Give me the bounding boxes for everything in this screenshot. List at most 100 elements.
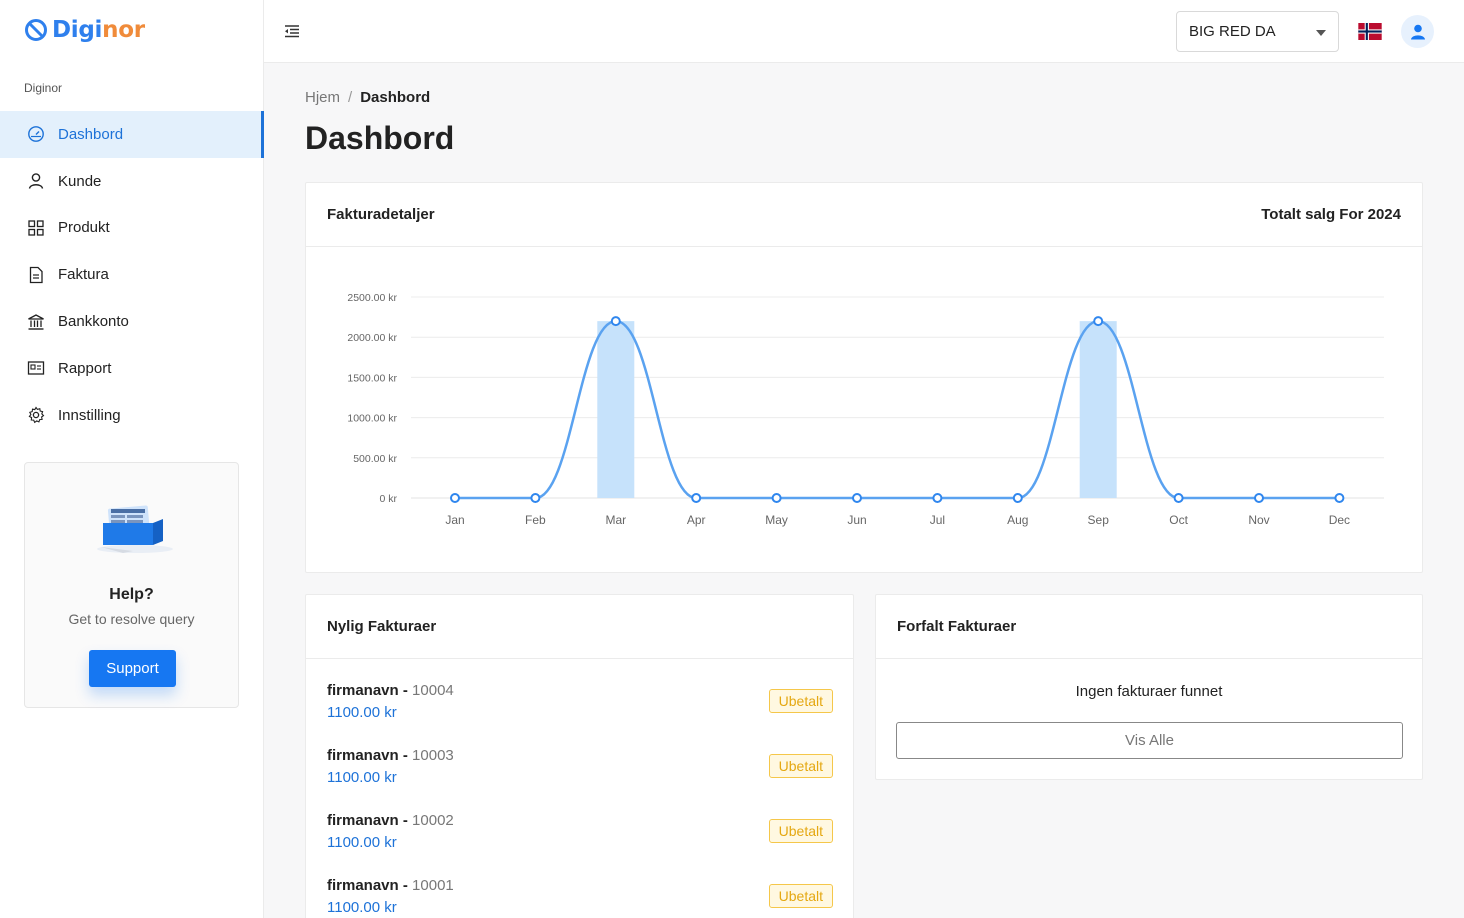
logo-icon — [25, 19, 47, 41]
chart-point — [530, 493, 541, 503]
list-item[interactable]: firmanavn - 10001 1100.00 kr Ubetalt — [327, 877, 833, 918]
x-tick-label: Oct — [1169, 513, 1188, 527]
invoice-number: 10002 — [412, 812, 454, 829]
list-item[interactable]: firmanavn - 10004 1100.00 kr Ubetalt — [327, 682, 833, 726]
sidebar-item-label: Bankkonto — [58, 313, 129, 331]
x-tick-label: Aug — [1007, 513, 1028, 527]
sidebar-item-label: Dashbord — [58, 125, 124, 143]
chart-point — [1334, 493, 1345, 503]
x-tick-label: May — [765, 513, 788, 527]
chart-point — [1093, 316, 1104, 327]
y-tick-label: 500.00 kr — [353, 453, 397, 465]
status-badge: Ubetalt — [768, 884, 833, 908]
invoice-dash: - — [398, 682, 413, 699]
chart-point — [932, 493, 943, 503]
sidebar-item-label: Innstilling — [58, 406, 121, 424]
x-tick-label: Jan — [445, 513, 464, 527]
chart-series-line — [455, 319, 1340, 500]
chart-point — [691, 493, 702, 503]
user-icon — [28, 173, 44, 189]
chart-point — [1173, 493, 1184, 503]
card-header: Nylig Fakturaer — [306, 595, 853, 659]
sidebar-item-label: Kunde — [58, 172, 102, 190]
recent-invoices-title: Nylig Fakturaer — [327, 618, 437, 635]
chart-point — [450, 493, 460, 503]
chart-bar — [597, 321, 635, 498]
sidebar-item-innstilling[interactable]: Innstilling — [0, 392, 264, 439]
chart-point — [610, 316, 621, 327]
chart-point — [771, 493, 782, 503]
invoice-dash: - — [398, 812, 413, 829]
y-tick-label: 1500.00 kr — [347, 372, 397, 384]
sidebar: Diginor Diginor Dashbord Kunde Produkt F… — [0, 0, 264, 918]
chart-card-title: Fakturadetaljer — [327, 206, 435, 223]
y-tick-label: 2500.00 kr — [347, 292, 397, 304]
list-item[interactable]: firmanavn - 10002 1100.00 kr Ubetalt — [327, 812, 833, 856]
breadcrumb-home[interactable]: Hjem — [305, 89, 340, 106]
invoice-company: firmanavn — [327, 877, 399, 894]
gear-icon — [28, 406, 45, 424]
help-illustration — [97, 505, 173, 553]
chart-bar — [1079, 321, 1117, 498]
sidebar-item-kunde[interactable]: Kunde — [0, 158, 264, 205]
sidebar-nav: Dashbord Kunde Produkt Faktura Bankkonto… — [0, 111, 264, 439]
invoice-company: firmanavn — [327, 747, 399, 764]
sidebar-item-faktura[interactable]: Faktura — [0, 251, 264, 298]
company-select[interactable]: BIG RED DA — [1176, 11, 1339, 52]
invoice-number: 10003 — [412, 747, 454, 764]
norway-flag-icon[interactable] — [1358, 23, 1382, 40]
invoice-amount: 1100.00 kr — [327, 704, 397, 721]
logo[interactable]: Diginor — [24, 17, 145, 43]
chart-point — [852, 493, 862, 503]
sales-chart: 0 kr 500.00 kr 1000.00 kr 1500.00 kr 2000.00… — [347, 292, 1384, 527]
page-title: Dashbord — [305, 120, 455, 156]
x-tick-label: Nov — [1248, 513, 1269, 527]
sidebar-item-dashbord[interactable]: Dashbord — [0, 111, 264, 158]
company-select-value: BIG RED DA — [1189, 23, 1276, 40]
invoice-company: firmanavn — [327, 682, 399, 699]
invoice-amount: 1100.00 kr — [327, 899, 397, 916]
menu-collapse-icon[interactable] — [283, 22, 301, 40]
y-tick-label: 2000.00 kr — [347, 332, 397, 344]
breadcrumb-separator: / — [348, 89, 353, 106]
logo-text: Diginor — [52, 17, 145, 43]
breadcrumb: Hjem / Dashbord — [305, 89, 430, 106]
invoice-amount: 1100.00 kr — [327, 834, 397, 851]
chart-point — [1012, 493, 1023, 503]
invoice-amount: 1100.00 kr — [327, 769, 397, 786]
sidebar-section-label: Diginor — [24, 81, 63, 95]
dashboard-icon — [28, 126, 44, 143]
invoice-number: 10004 — [412, 682, 454, 699]
breadcrumb-current: Dashbord — [360, 89, 431, 106]
sidebar-item-label: Rapport — [58, 359, 112, 377]
sidebar-item-rapport[interactable]: Rapport — [0, 345, 264, 392]
x-tick-label: Jul — [930, 513, 945, 527]
support-button[interactable]: Support — [89, 650, 176, 687]
status-badge: Ubetalt — [768, 754, 833, 778]
invoice-company: firmanavn — [327, 812, 399, 829]
empty-state-message: Ingen fakturaer funnet — [1075, 683, 1223, 700]
list-item[interactable]: firmanavn - 10003 1100.00 kr Ubetalt — [327, 747, 833, 791]
bank-icon — [28, 313, 44, 330]
help-title: Help? — [109, 586, 154, 603]
overdue-invoices-card: Forfalt Fakturaer Ingen fakturaer funnet… — [875, 594, 1423, 780]
card-header: Fakturadetaljer Totalt salg For 2024 — [306, 183, 1422, 247]
topbar: BIG RED DA — [264, 0, 1464, 63]
user-avatar-icon — [1410, 24, 1425, 39]
invoice-dash: - — [398, 877, 413, 894]
x-tick-label: Apr — [687, 513, 706, 527]
chart-point — [1254, 493, 1264, 503]
document-icon — [29, 266, 43, 283]
avatar[interactable] — [1401, 15, 1434, 48]
overdue-invoices-title: Forfalt Fakturaer — [897, 618, 1017, 635]
view-all-button[interactable]: Vis Alle — [896, 722, 1403, 759]
status-badge: Ubetalt — [768, 689, 833, 713]
sidebar-item-label: Produkt — [58, 219, 110, 237]
sidebar-item-produkt[interactable]: Produkt — [0, 205, 264, 252]
y-tick-label: 1000.00 kr — [347, 413, 397, 425]
chart-card-total-title: Totalt salg For 2024 — [1261, 206, 1401, 223]
sidebar-item-bankkonto[interactable]: Bankkonto — [0, 298, 264, 345]
report-icon — [27, 361, 45, 376]
grid-icon — [28, 220, 44, 236]
x-tick-label: Sep — [1088, 513, 1110, 527]
